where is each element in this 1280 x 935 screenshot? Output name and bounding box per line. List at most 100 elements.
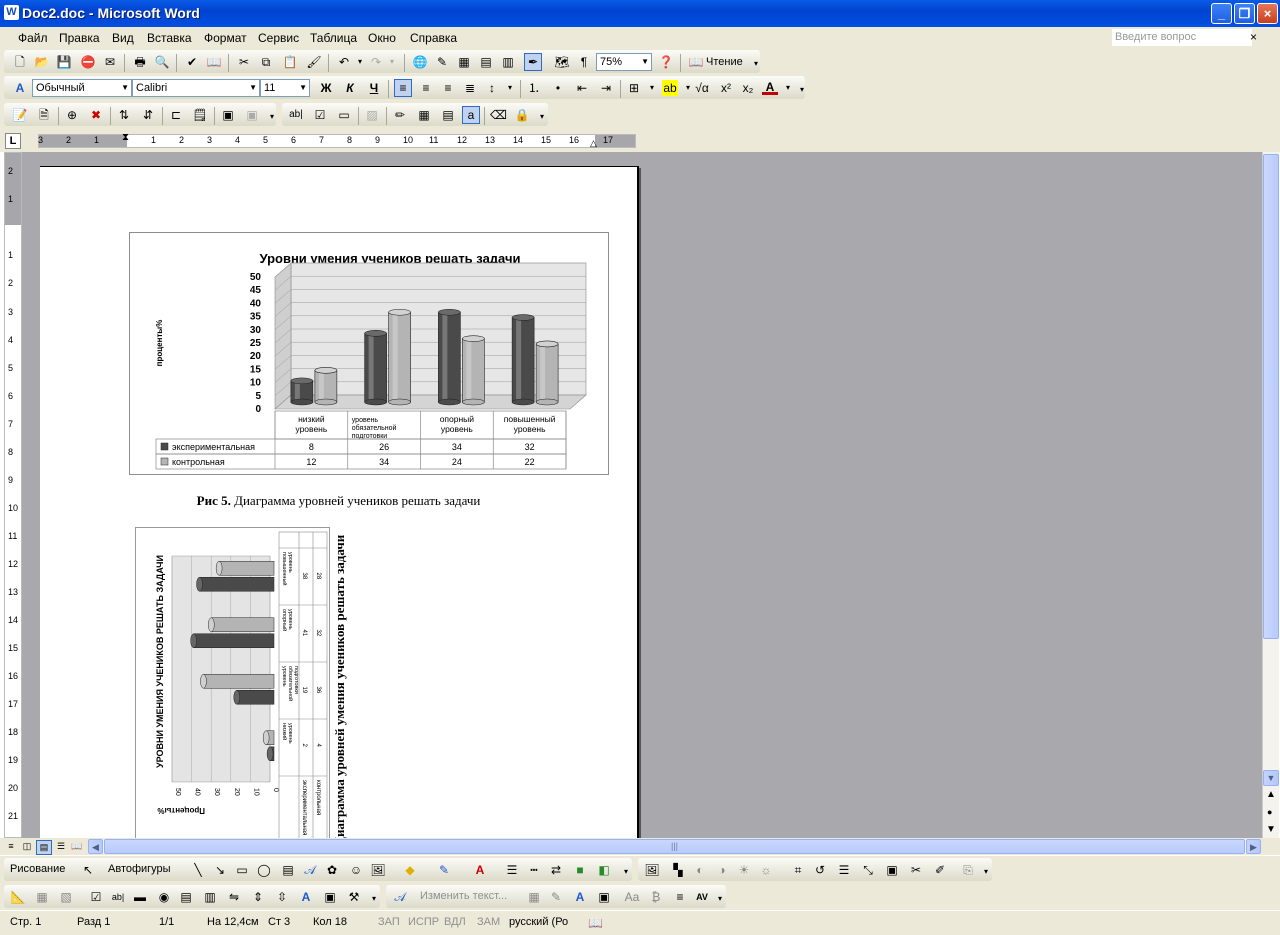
print-layout-icon[interactable]: ▤ bbox=[36, 840, 52, 855]
oval-icon[interactable]: ◯ bbox=[256, 862, 272, 878]
spelling-icon[interactable]: ✔ bbox=[184, 54, 200, 70]
insert-row-icon[interactable]: ⊕ bbox=[64, 107, 80, 123]
design-mode-icon[interactable]: 📐 bbox=[10, 889, 26, 905]
status-record-macro[interactable]: ЗАП bbox=[378, 916, 400, 928]
control-image-icon[interactable]: ▣ bbox=[322, 889, 338, 905]
toolbar-options-icon[interactable]: ▾ bbox=[978, 864, 994, 880]
normal-view-icon[interactable]: ≡ bbox=[4, 840, 18, 853]
align-center-icon[interactable]: ≡ bbox=[418, 80, 434, 96]
font-size-select[interactable]: 11 ▼ bbox=[260, 79, 310, 97]
set-transparent-icon[interactable]: ✐ bbox=[932, 862, 948, 878]
compress-icon[interactable]: ⤡ bbox=[860, 862, 876, 878]
arrow-icon[interactable]: ↘ bbox=[212, 862, 228, 878]
italic-button[interactable]: К bbox=[342, 80, 358, 96]
menu-format[interactable]: Формат bbox=[204, 31, 247, 45]
form-shading-active-icon[interactable]: a bbox=[462, 106, 480, 124]
reading-view-icon[interactable]: 📖 bbox=[70, 840, 84, 853]
insert-table-icon[interactable]: ▦ bbox=[456, 54, 472, 70]
maximize-button[interactable]: ❐ bbox=[1234, 3, 1255, 24]
help-question-input[interactable]: Введите вопрос bbox=[1112, 29, 1252, 46]
scroll-left-button[interactable]: ◀ bbox=[88, 839, 103, 854]
contrast-icon[interactable]: ◐ bbox=[692, 862, 708, 878]
document-map-icon[interactable]: 🗺 bbox=[554, 54, 570, 70]
align-right-icon[interactable]: ≡ bbox=[440, 80, 456, 96]
paste-icon[interactable]: 📋 bbox=[282, 54, 298, 70]
equation-icon[interactable]: √α bbox=[694, 80, 710, 96]
insert-wordart-icon[interactable]: 𝒜 bbox=[392, 889, 408, 905]
superscript-icon[interactable]: x² bbox=[718, 80, 734, 96]
control-textbox-icon[interactable]: ab| bbox=[110, 889, 126, 905]
edit-document-icon[interactable]: 🗎 bbox=[36, 107, 52, 123]
toolbar-options-icon[interactable]: ▾ bbox=[712, 891, 728, 907]
scroll-down-button[interactable]: ▼ bbox=[1263, 770, 1279, 786]
help-icon[interactable]: ❓ bbox=[658, 54, 674, 70]
status-overtype[interactable]: ЗАМ bbox=[477, 916, 500, 928]
line-icon[interactable]: ╲ bbox=[190, 862, 206, 878]
control-scrollbar-icon[interactable]: ⇳ bbox=[274, 889, 290, 905]
document-close-icon[interactable]: × bbox=[1250, 30, 1257, 44]
form-field-options-icon[interactable]: ▨ bbox=[364, 107, 380, 123]
status-track-changes[interactable]: ИСПР bbox=[408, 916, 439, 928]
line-spacing-dropdown-icon[interactable]: ▾ bbox=[502, 80, 518, 96]
draw-table-icon[interactable]: ✏ bbox=[392, 107, 408, 123]
chart-levels-bar[interactable]: Уровни умения учеников решать задачи проц… bbox=[129, 232, 609, 475]
brightness-up-icon[interactable]: ☀ bbox=[736, 862, 752, 878]
dropdown-field-icon[interactable]: ▭ bbox=[336, 107, 352, 123]
select-browse-object-icon[interactable]: ● bbox=[1267, 807, 1272, 817]
toolbar-options-icon[interactable]: ▾ bbox=[264, 109, 280, 125]
chart-levels-rotated[interactable]: 0 10 20 30 40 50 Проценты% УРОВНИ УМЕНИЯ УЧЕНИК… bbox=[135, 527, 330, 838]
justify-icon[interactable]: ≣ bbox=[462, 80, 478, 96]
new-document-icon[interactable]: 🗋 bbox=[12, 54, 28, 70]
undo-dropdown-icon[interactable]: ▾ bbox=[352, 54, 368, 70]
same-letter-heights-icon[interactable]: Aa bbox=[624, 889, 640, 905]
drawing-menu[interactable]: Рисование bbox=[10, 863, 65, 875]
status-language[interactable]: русский (Ро bbox=[509, 916, 568, 928]
undo-icon[interactable]: ↶ bbox=[336, 54, 352, 70]
permission-icon[interactable]: ⛔ bbox=[80, 54, 96, 70]
spelling-status-icon[interactable]: 📖 bbox=[588, 916, 603, 930]
web-view-icon[interactable]: ◫ bbox=[20, 840, 34, 853]
fill-color-icon[interactable]: ◆ bbox=[402, 862, 418, 878]
decrease-indent-icon[interactable]: ⇤ bbox=[574, 80, 590, 96]
right-indent-marker[interactable]: △ bbox=[590, 138, 597, 149]
edit-text-button[interactable]: Изменить текст... bbox=[420, 890, 507, 902]
format-picture-icon[interactable]: ✂ bbox=[908, 862, 924, 878]
menu-table[interactable]: Таблица bbox=[310, 31, 357, 45]
underline-button[interactable]: Ч bbox=[366, 80, 382, 96]
menu-view[interactable]: Вид bbox=[112, 31, 134, 45]
sort-ascending-icon[interactable]: ⇅ bbox=[116, 107, 132, 123]
toolbar-options-icon[interactable]: ▾ bbox=[748, 56, 764, 72]
table-autoformat-icon[interactable]: ▣ bbox=[220, 107, 236, 123]
previous-page-icon[interactable]: ▲ bbox=[1266, 789, 1276, 800]
vertical-scroll-thumb[interactable] bbox=[1263, 154, 1279, 639]
borders-dropdown-icon[interactable]: ▾ bbox=[644, 80, 660, 96]
bold-button[interactable]: Ж bbox=[318, 80, 334, 96]
scroll-right-button[interactable]: ▶ bbox=[1246, 839, 1261, 854]
cut-icon[interactable]: ✂ bbox=[236, 54, 252, 70]
text-field-icon[interactable]: ab| bbox=[288, 107, 304, 123]
picture-insert-icon[interactable]: 🖼 bbox=[644, 862, 660, 878]
clip-art-icon[interactable]: ☺ bbox=[348, 862, 364, 878]
columns-icon[interactable]: ▥ bbox=[500, 54, 516, 70]
subscript-icon[interactable]: x₂ bbox=[740, 80, 756, 96]
outline-view-icon[interactable]: ☰ bbox=[54, 840, 68, 853]
align-left-icon[interactable]: ≡ bbox=[394, 79, 412, 97]
crop-icon[interactable]: ⌗ bbox=[790, 862, 806, 878]
reading-layout-icon[interactable]: 📖 bbox=[688, 54, 704, 70]
drawing-icon[interactable]: ✒ bbox=[524, 53, 542, 71]
menu-insert[interactable]: Вставка bbox=[147, 31, 192, 45]
borders-icon[interactable]: ⊞ bbox=[626, 80, 642, 96]
wordart-alignment-icon[interactable]: ≡ bbox=[672, 889, 688, 905]
redo-dropdown-icon[interactable]: ▾ bbox=[384, 54, 400, 70]
properties-icon[interactable]: ▦ bbox=[34, 889, 50, 905]
vertical-scrollbar[interactable]: ▼ ▲ ● ▼ bbox=[1262, 152, 1279, 838]
delete-row-icon[interactable]: ✖ bbox=[88, 107, 104, 123]
menu-help[interactable]: Справка bbox=[410, 31, 457, 45]
shadow-icon[interactable]: ■ bbox=[572, 862, 588, 878]
print-icon[interactable]: 🖶 bbox=[132, 54, 148, 70]
text-wrapping-icon[interactable]: ▣ bbox=[884, 862, 900, 878]
control-checkbox-icon[interactable]: ☑ bbox=[88, 889, 104, 905]
increase-indent-icon[interactable]: ⇥ bbox=[598, 80, 614, 96]
menu-file[interactable]: Файл bbox=[18, 31, 48, 45]
toolbar-options-icon[interactable]: ▾ bbox=[794, 82, 810, 98]
